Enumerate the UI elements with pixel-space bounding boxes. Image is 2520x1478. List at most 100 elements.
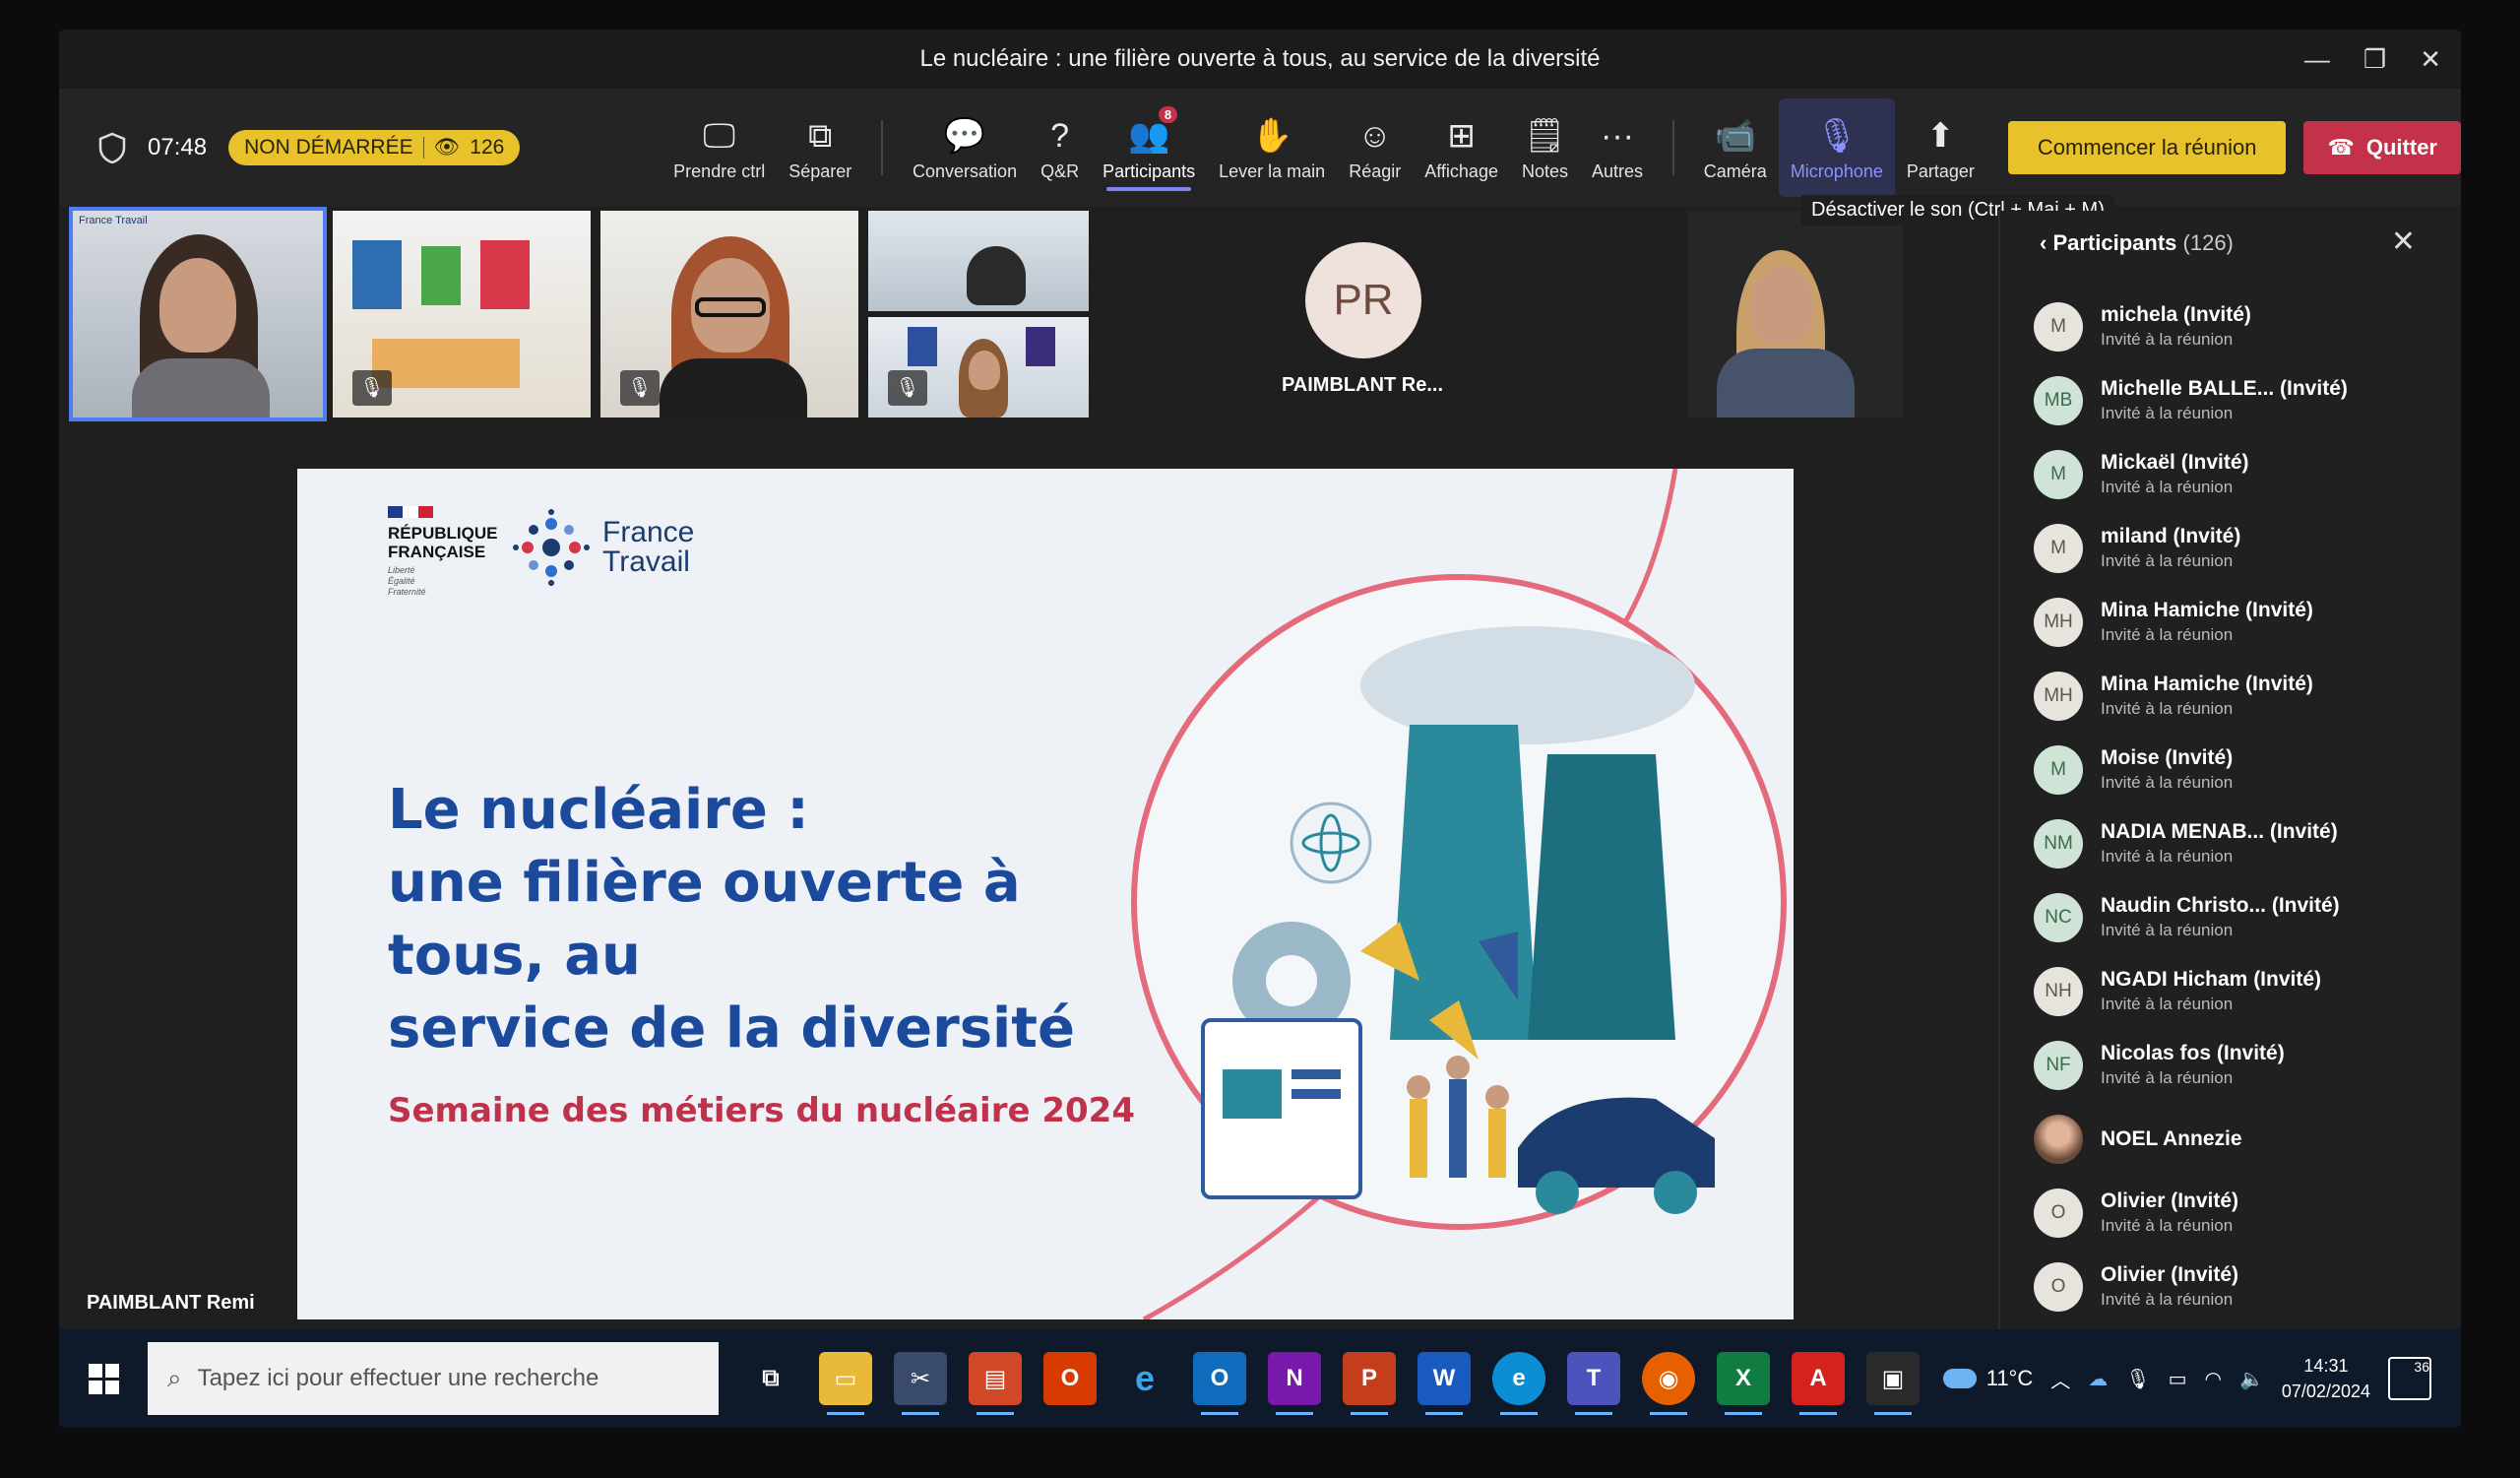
share-icon: ⬆	[1926, 116, 1955, 155]
volume-icon[interactable]: 🔈	[2239, 1367, 2264, 1391]
participants-button[interactable]: 👥 8 Participants	[1091, 98, 1207, 197]
teams-window: Le nucléaire : une filière ouverte à tou…	[59, 30, 2461, 1428]
close-icon[interactable]: ✕	[2391, 225, 2416, 259]
system-tray: 11°C ︿ ☁ 🎙 ▭ ◠ 🔈 14:31 07/02/2024 36	[1942, 1329, 2431, 1428]
participants-panel: ‹ Participants (126) ✕ M michela (Invité…	[1998, 211, 2461, 1329]
temperature: 11°C	[1985, 1366, 2034, 1390]
start-meeting-button[interactable]: Commencer la réunion	[2007, 121, 2287, 174]
shield-icon	[98, 132, 126, 163]
presentation-app-icon[interactable]: ▤	[969, 1352, 1022, 1415]
status-text: NON DÉMARRÉE	[244, 136, 413, 159]
avatar: MB	[2034, 375, 2083, 425]
video-editor-icon[interactable]: ▣	[1866, 1352, 1920, 1415]
video-tile[interactable]: France Travail	[69, 207, 327, 421]
qa-icon: ?	[1050, 116, 1070, 155]
chevron-up-icon[interactable]: ︿	[2050, 1365, 2070, 1393]
list-item[interactable]: MH Mina Hamiche (Invité) Invité à la réun…	[2000, 585, 2461, 659]
pop-out-button[interactable]: ⧉ Séparer	[777, 98, 863, 197]
list-item[interactable]: MH Mina Hamiche (Invité) Invité à la réun…	[2000, 659, 2461, 733]
list-item[interactable]: M Mickaël (Invité) Invité à la réunion	[2000, 437, 2461, 511]
window-controls: — ❐ ✕	[2304, 30, 2441, 89]
eye-icon: 👁	[433, 136, 461, 159]
slide-subtitle: Semaine des métiers du nucléaire 2024	[388, 1091, 1135, 1130]
internet-explorer-icon[interactable]: e	[1118, 1352, 1171, 1405]
windows-logo-icon	[88, 1363, 119, 1394]
avatar: M	[2034, 301, 2083, 352]
phone-hangup-icon: ☎	[2327, 135, 2355, 160]
chat-icon: 💬	[943, 116, 986, 155]
outlook-icon[interactable]: O	[1193, 1352, 1246, 1415]
video-tile[interactable]	[868, 211, 1089, 311]
minimize-icon[interactable]: —	[2304, 44, 2330, 75]
video-tile[interactable]	[1687, 211, 1904, 418]
edge-icon[interactable]: e	[1492, 1352, 1545, 1415]
list-item[interactable]: NH NGADI Hicham (Invité) Invité à la réun…	[2000, 954, 2461, 1028]
notes-button[interactable]: 🗒 Notes	[1510, 98, 1580, 197]
list-item[interactable]: O Olivier (Invité) Invité à la réunion	[2000, 1176, 2461, 1250]
take-control-icon: 🖵	[703, 116, 736, 155]
list-item[interactable]: M Moise (Invité) Invité à la réunion	[2000, 733, 2461, 806]
leave-button[interactable]: ☎ Quitter	[2303, 121, 2461, 174]
list-item[interactable]: M miland (Invité) Invité à la réunion	[2000, 511, 2461, 585]
avatar	[2034, 1114, 2083, 1164]
list-item[interactable]: NF Nicolas fos (Invité) Invité à la réuni…	[2000, 1028, 2461, 1102]
share-button[interactable]: ⬆ Partager	[1895, 98, 1986, 197]
meeting-toolbar: 07:48 NON DÉMARRÉE 👁 126 🖵 Prendre ctrl …	[59, 89, 2461, 207]
video-tile[interactable]: 🎙	[600, 211, 858, 418]
onenote-icon[interactable]: N	[1268, 1352, 1321, 1415]
avatar: MH	[2034, 671, 2083, 721]
raise-hand-button[interactable]: ✋ Lever la main	[1207, 98, 1337, 197]
more-button[interactable]: ··· Autres	[1580, 98, 1655, 197]
onedrive-icon[interactable]: ☁	[2088, 1367, 2108, 1391]
participant-list: M michela (Invité) Invité à la réunion MB…	[2000, 289, 2461, 1323]
notification-icon[interactable]: 36	[2388, 1357, 2431, 1400]
pop-out-icon: ⧉	[808, 116, 833, 155]
microphone-icon[interactable]: 🎙	[2125, 1367, 2150, 1391]
window-title: Le nucléaire : une filière ouverte à tou…	[919, 45, 1601, 72]
word-icon[interactable]: W	[1418, 1352, 1471, 1415]
notes-icon: 🗒	[1523, 116, 1567, 155]
office-icon[interactable]: O	[1043, 1352, 1097, 1405]
video-tile[interactable]: 🎙	[868, 317, 1089, 418]
close-icon[interactable]: ✕	[2420, 44, 2441, 75]
back-icon[interactable]: ‹	[2040, 230, 2052, 255]
weather-widget[interactable]: 11°C	[1942, 1366, 2034, 1391]
snipping-tool-icon[interactable]: ✂	[894, 1352, 947, 1415]
firefox-icon[interactable]: ◉	[1642, 1352, 1695, 1415]
react-button[interactable]: ☺ Réagir	[1337, 98, 1413, 197]
microphone-button[interactable]: 🎙 Microphone	[1778, 98, 1895, 197]
title-bar: Le nucléaire : une filière ouverte à tou…	[59, 30, 2461, 89]
take-control-button[interactable]: 🖵 Prendre ctrl	[662, 98, 777, 197]
more-icon: ···	[1601, 116, 1634, 155]
qa-button[interactable]: ? Q&R	[1029, 98, 1091, 197]
view-button[interactable]: ⊞ Affichage	[1413, 98, 1510, 197]
meeting-timer: 07:48	[148, 134, 208, 161]
list-item[interactable]: O Olivier (Invité) Invité à la réunion	[2000, 1250, 2461, 1323]
file-explorer-icon[interactable]: ▭	[819, 1352, 872, 1415]
task-view-icon[interactable]: ⧉	[744, 1352, 797, 1405]
microphone-icon: 🎙	[1815, 116, 1858, 155]
list-item[interactable]: MB Michelle BALLE... (Invité) Invité à la…	[2000, 363, 2461, 437]
battery-icon[interactable]: ▭	[2169, 1367, 2187, 1391]
list-item[interactable]: NOEL Annezie	[2000, 1102, 2461, 1176]
view-icon: ⊞	[1447, 116, 1476, 155]
restore-icon[interactable]: ❐	[2363, 44, 2386, 75]
presenter-name: PAIMBLANT Remi	[87, 1292, 255, 1314]
avatar: M	[2034, 744, 2083, 795]
camera-button[interactable]: 📹 Caméra	[1692, 98, 1779, 197]
participants-badge: 8	[1158, 106, 1178, 123]
excel-icon[interactable]: X	[1717, 1352, 1770, 1415]
list-item[interactable]: NM NADIA MENAB... (Invité) Invité à la ré…	[2000, 806, 2461, 880]
taskbar-search[interactable]: ⌕ Tapez ici pour effectuer une recherche	[148, 1342, 719, 1415]
video-tile[interactable]: 🎙	[333, 211, 591, 418]
list-item[interactable]: NC Naudin Christo... (Invité) Invité à la…	[2000, 880, 2461, 954]
search-placeholder: Tapez ici pour effectuer une recherche	[197, 1365, 599, 1391]
teams-icon[interactable]: T	[1567, 1352, 1620, 1415]
chat-button[interactable]: 💬 Conversation	[901, 98, 1029, 197]
list-item[interactable]: M michela (Invité) Invité à la réunion	[2000, 289, 2461, 363]
powerpoint-icon[interactable]: P	[1343, 1352, 1396, 1415]
clock[interactable]: 14:31 07/02/2024	[2282, 1353, 2370, 1404]
wifi-icon[interactable]: ◠	[2205, 1367, 2222, 1391]
start-button[interactable]	[59, 1363, 148, 1394]
acrobat-icon[interactable]: A	[1792, 1352, 1845, 1415]
